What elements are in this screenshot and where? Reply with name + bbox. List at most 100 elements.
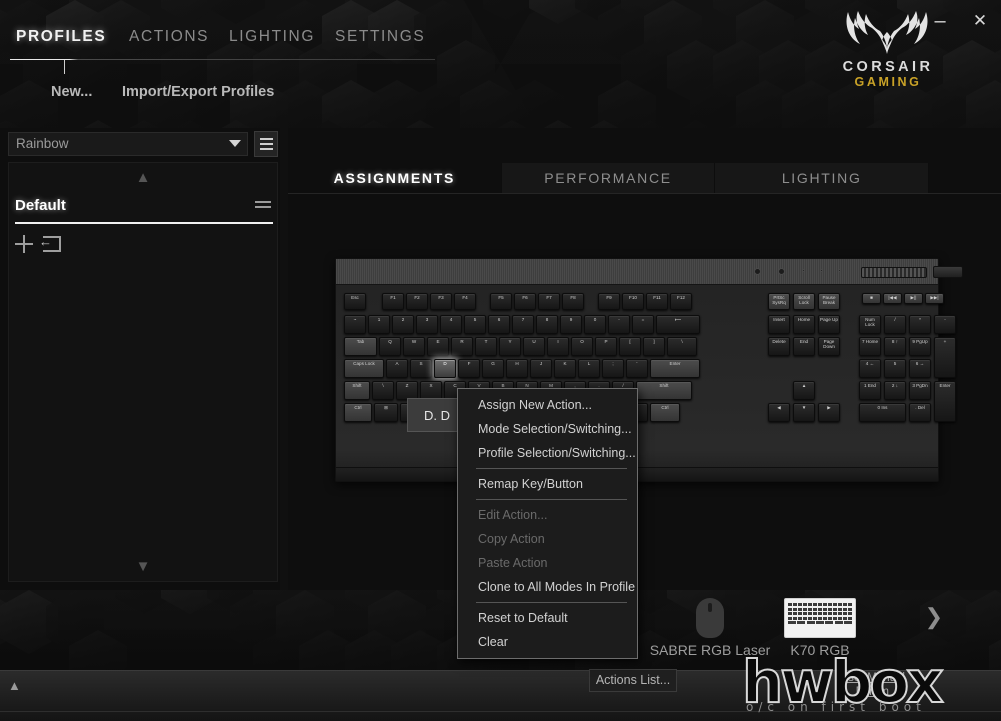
keyboard-key[interactable]: PrtSc SysRq: [768, 293, 790, 310]
keyboard-key[interactable]: Home: [793, 315, 815, 334]
keyboard-key[interactable]: 6: [488, 315, 510, 334]
keyboard-key[interactable]: A: [386, 359, 408, 378]
nav-tab-lighting[interactable]: LIGHTING: [229, 28, 315, 46]
keyboard-key[interactable]: Delete: [768, 337, 790, 356]
keyboard-key[interactable]: L: [578, 359, 600, 378]
keyboard-key[interactable]: ◀: [768, 403, 790, 422]
keyboard-key-d-highlighted[interactable]: D: [434, 359, 456, 378]
media-key[interactable]: |◀◀: [883, 293, 902, 304]
nav-tab-profiles[interactable]: PROFILES: [16, 28, 106, 46]
keyboard-key[interactable]: F8: [562, 293, 584, 310]
actions-list-button[interactable]: Actions List...: [589, 669, 677, 692]
keyboard-key[interactable]: F6: [514, 293, 536, 310]
keyboard-key[interactable]: 2: [392, 315, 414, 334]
keyboard-key[interactable]: F11: [646, 293, 668, 310]
keyboard-key[interactable]: Ctrl: [344, 403, 372, 422]
chevron-down-icon[interactable]: ▼: [136, 558, 151, 575]
keyboard-key[interactable]: R: [451, 337, 473, 356]
context-menu-item[interactable]: Profile Selection/Switching...: [458, 441, 637, 465]
keyboard-key[interactable]: W: [403, 337, 425, 356]
keyboard-key[interactable]: 1 End: [859, 381, 881, 400]
nav-tab-actions[interactable]: ACTIONS: [129, 28, 209, 46]
keyboard-key[interactable]: Y: [499, 337, 521, 356]
keyboard-key[interactable]: [: [619, 337, 641, 356]
triangle-up-icon[interactable]: ▲: [8, 678, 21, 693]
keyboard-key[interactable]: F7: [538, 293, 560, 310]
keyboard-key[interactable]: 0: [584, 315, 606, 334]
keyboard-key[interactable]: E: [427, 337, 449, 356]
keyboard-key[interactable]: T: [475, 337, 497, 356]
keyboard-key[interactable]: 1: [368, 315, 390, 334]
keyboard-key[interactable]: /: [884, 315, 906, 334]
nav-tab-settings[interactable]: SETTINGS: [335, 28, 425, 46]
keyboard-key[interactable]: O: [571, 337, 593, 356]
keyboard-key[interactable]: F2: [406, 293, 428, 310]
keyboard-key[interactable]: 4 ←: [859, 359, 881, 378]
keyboard-key[interactable]: \: [667, 337, 697, 356]
media-key[interactable]: ▶||: [904, 293, 923, 304]
keyboard-key[interactable]: Page Up: [818, 315, 840, 334]
profile-select-dropdown[interactable]: Rainbow: [8, 132, 248, 156]
profile-row-menu-icon[interactable]: [255, 201, 271, 208]
keyboard-key[interactable]: -: [608, 315, 630, 334]
context-menu-item[interactable]: Clone to All Modes In Profile: [458, 575, 637, 599]
keyboard-key[interactable]: ▲: [793, 381, 815, 400]
keyboard-key[interactable]: 8: [536, 315, 558, 334]
keyboard-key[interactable]: -: [934, 315, 956, 334]
keyboard-key[interactable]: Esc: [344, 293, 366, 310]
keyboard-key[interactable]: . Del: [909, 403, 931, 422]
context-menu-item[interactable]: Assign New Action...: [458, 393, 637, 417]
volume-roller[interactable]: [861, 267, 927, 278]
keyboard-key[interactable]: F12: [670, 293, 692, 310]
context-menu-item[interactable]: Remap Key/Button: [458, 472, 637, 496]
chevron-right-icon[interactable]: ❯: [925, 604, 943, 630]
keyboard-key[interactable]: H: [506, 359, 528, 378]
keyboard-key[interactable]: =: [632, 315, 654, 334]
device-k70-rgb[interactable]: K70 RGB: [745, 598, 895, 658]
profile-list-item-default[interactable]: Default: [15, 195, 273, 229]
keyboard-key[interactable]: I: [547, 337, 569, 356]
tab-assignments[interactable]: ASSIGNMENTS: [288, 163, 502, 193]
subnav-new[interactable]: New...: [51, 84, 92, 100]
context-menu-item[interactable]: Mode Selection/Switching...: [458, 417, 637, 441]
keyboard-key[interactable]: +: [934, 337, 956, 378]
chevron-up-icon[interactable]: ▲: [136, 169, 151, 186]
keyboard-key[interactable]: 9: [560, 315, 582, 334]
keyboard-key[interactable]: 6 →: [909, 359, 931, 378]
keyboard-key[interactable]: Enter: [650, 359, 700, 378]
close-button[interactable]: ✕: [969, 10, 991, 32]
keyboard-key[interactable]: K: [554, 359, 576, 378]
keyboard-key[interactable]: ;: [602, 359, 624, 378]
keyboard-key[interactable]: 5: [464, 315, 486, 334]
tab-performance[interactable]: PERFORMANCE: [501, 163, 716, 193]
keyboard-key[interactable]: 3 PgDn: [909, 381, 931, 400]
keyboard-key[interactable]: F10: [622, 293, 644, 310]
keyboard-key[interactable]: F3: [430, 293, 452, 310]
keyboard-key[interactable]: Pause Break: [818, 293, 840, 310]
keyboard-key[interactable]: P: [595, 337, 617, 356]
keyboard-key[interactable]: Insert: [768, 315, 790, 334]
keyboard-key[interactable]: ': [626, 359, 648, 378]
keyboard-key[interactable]: ▼: [793, 403, 815, 422]
keyboard-key[interactable]: Caps Lock: [344, 359, 384, 378]
subnav-import-export[interactable]: Import/Export Profiles: [122, 84, 274, 100]
link-user-manual[interactable]: User Manual: [840, 672, 905, 684]
add-profile-icon[interactable]: [15, 235, 33, 253]
volume-button[interactable]: [933, 266, 963, 278]
keyboard-key[interactable]: Tab: [344, 337, 377, 356]
keyboard-key[interactable]: ~: [344, 315, 366, 334]
keyboard-key[interactable]: 8 ↑: [884, 337, 906, 356]
keyboard-key[interactable]: 9 PgUp: [909, 337, 931, 356]
media-key[interactable]: ■: [862, 293, 881, 304]
keyboard-key[interactable]: F4: [454, 293, 476, 310]
keyboard-key[interactable]: F9: [598, 293, 620, 310]
keyboard-key[interactable]: Page Down: [818, 337, 840, 356]
context-menu-item[interactable]: Clear: [458, 630, 637, 654]
tab-lighting[interactable]: LIGHTING: [715, 163, 930, 193]
keyboard-key[interactable]: F: [458, 359, 480, 378]
context-menu-item[interactable]: Reset to Default: [458, 606, 637, 630]
keyboard-key[interactable]: \: [372, 381, 394, 400]
keyboard-key[interactable]: ⟵: [656, 315, 700, 334]
keyboard-key[interactable]: *: [909, 315, 931, 334]
media-key[interactable]: ▶▶|: [925, 293, 944, 304]
